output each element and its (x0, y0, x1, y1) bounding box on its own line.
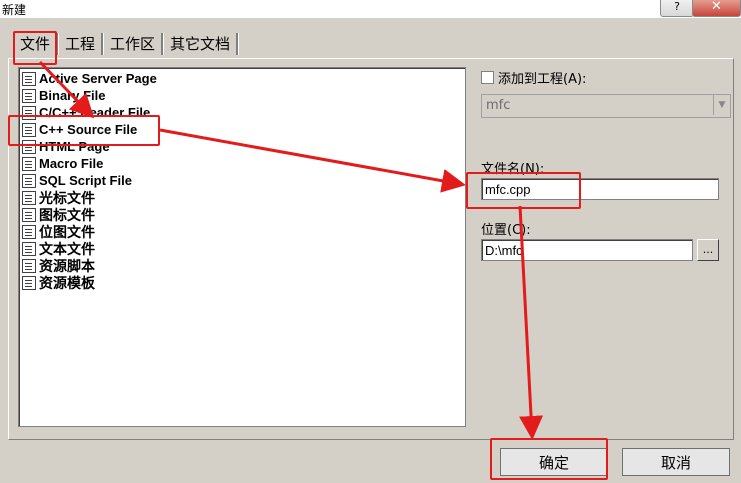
annotation-arrows (38, 60, 544, 440)
arrow-to-filename (159, 128, 466, 193)
arrow-to-cpp (38, 60, 95, 119)
arrow-to-ok (518, 205, 544, 440)
